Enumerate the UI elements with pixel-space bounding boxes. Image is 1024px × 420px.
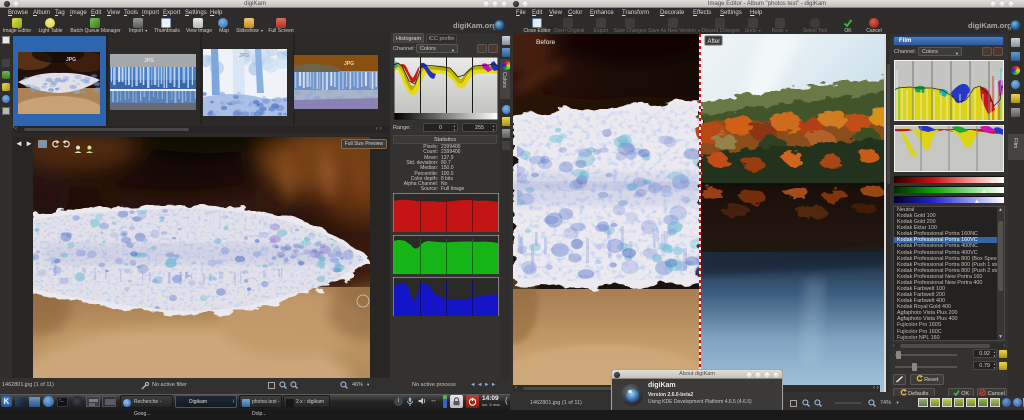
- svg-text:JPG: JPG: [144, 58, 154, 64]
- svg-text:JPG: JPG: [239, 53, 249, 59]
- svg-text:Before: Before: [536, 39, 556, 46]
- svg-text:JPG: JPG: [344, 61, 354, 67]
- svg-text:After: After: [708, 39, 721, 45]
- svg-text:JPG: JPG: [66, 57, 76, 63]
